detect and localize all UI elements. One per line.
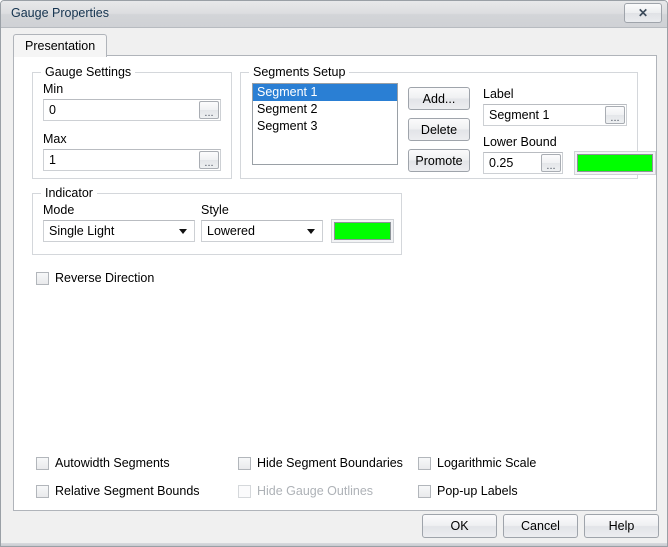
hide-gauge-outlines-checkbox: Hide Gauge Outlines (238, 484, 373, 498)
min-value: 0 (49, 103, 56, 117)
help-label: Help (608, 519, 635, 533)
lower-bound-value: 0.25 (489, 156, 514, 170)
lower-bound-browse-button[interactable]: ... (541, 154, 561, 172)
title-bar: Gauge Properties ✕ (1, 1, 667, 28)
min-label: Min (43, 82, 64, 96)
mode-value: Single Light (49, 224, 115, 238)
list-item[interactable]: Segment 1 (253, 84, 397, 101)
window-title: Gauge Properties (11, 6, 109, 20)
list-item[interactable]: Segment 3 (253, 118, 397, 135)
chevron-down-icon (307, 229, 315, 234)
ok-button[interactable]: OK (422, 514, 497, 538)
add-segment-label: Add... (422, 91, 456, 106)
checkbox-icon (238, 456, 251, 470)
mode-label: Mode (43, 203, 75, 217)
popup-labels-label: Pop-up Labels (437, 484, 518, 498)
segments-setup-title: Segments Setup (249, 65, 350, 79)
relative-segment-bounds-label: Relative Segment Bounds (55, 484, 200, 498)
promote-segment-button[interactable]: Promote (408, 149, 470, 172)
list-item[interactable]: Segment 2 (253, 101, 397, 118)
lower-bound-caption: Lower Bound (483, 135, 557, 149)
segment-label-browse-button[interactable]: ... (605, 106, 625, 124)
promote-segment-label: Promote (415, 153, 463, 168)
min-input[interactable]: 0 (43, 99, 221, 121)
segment-label-caption: Label (483, 87, 514, 101)
indicator-color-swatch[interactable] (331, 219, 394, 243)
max-label: Max (43, 132, 67, 146)
max-input[interactable]: 1 (43, 149, 221, 171)
style-value: Lowered (207, 224, 255, 238)
segments-setup-group: Segments Setup Segment 1 Segment 2 Segme… (240, 65, 656, 179)
add-segment-button[interactable]: Add... (408, 87, 470, 110)
mode-dropdown[interactable]: Single Light (43, 220, 195, 242)
segment-color-swatch[interactable] (574, 151, 656, 175)
reverse-direction-checkbox[interactable]: Reverse Direction (36, 271, 154, 285)
close-icon: ✕ (637, 6, 649, 20)
indicator-group: Indicator Mode Single Light Style Lowere… (32, 186, 402, 255)
delete-segment-label: Delete (420, 122, 458, 137)
segments-listbox[interactable]: Segment 1 Segment 2 Segment 3 (252, 83, 398, 165)
hide-gauge-outlines-label: Hide Gauge Outlines (257, 484, 374, 498)
max-browse-button[interactable]: ... (199, 151, 219, 169)
cancel-label: Cancel (521, 519, 560, 533)
checkbox-icon (238, 484, 251, 498)
ellipsis-icon: ... (546, 160, 556, 172)
indicator-color-fill (334, 222, 391, 240)
close-button[interactable]: ✕ (624, 3, 662, 23)
relative-segment-bounds-checkbox[interactable]: Relative Segment Bounds (36, 484, 200, 498)
ellipsis-icon: ... (610, 112, 620, 124)
style-label: Style (201, 203, 229, 217)
checkbox-icon (36, 484, 49, 498)
min-browse-button[interactable]: ... (199, 101, 219, 119)
style-dropdown[interactable]: Lowered (201, 220, 323, 242)
ok-label: OK (450, 519, 469, 533)
checkbox-icon (36, 456, 49, 470)
ellipsis-icon: ... (204, 107, 214, 119)
gauge-properties-dialog: Gauge Properties ✕ Presentation Gauge Se… (0, 0, 668, 547)
indicator-title: Indicator (41, 186, 97, 200)
help-button[interactable]: Help (584, 514, 659, 538)
segment-color-fill (577, 154, 653, 172)
tab-presentation[interactable]: Presentation (13, 34, 108, 57)
popup-labels-checkbox[interactable]: Pop-up Labels (418, 484, 518, 498)
ellipsis-icon: ... (204, 157, 214, 169)
autowidth-segments-label: Autowidth Segments (55, 456, 170, 470)
reverse-direction-label: Reverse Direction (55, 271, 155, 285)
chevron-down-icon (179, 229, 187, 234)
segment-label-value: Segment 1 (489, 108, 550, 122)
delete-segment-button[interactable]: Delete (408, 118, 470, 141)
max-value: 1 (49, 153, 56, 167)
autowidth-segments-checkbox[interactable]: Autowidth Segments (36, 456, 170, 470)
cancel-button[interactable]: Cancel (503, 514, 578, 538)
checkbox-icon (418, 456, 431, 470)
gauge-settings-title: Gauge Settings (41, 65, 136, 79)
gauge-settings-group: Gauge Settings Min 0 ... Max 1 ... (32, 65, 232, 179)
bottom-separator (1, 543, 667, 546)
logarithmic-scale-label: Logarithmic Scale (437, 456, 537, 470)
hide-segment-boundaries-checkbox[interactable]: Hide Segment Boundaries (238, 456, 403, 470)
hide-segment-boundaries-label: Hide Segment Boundaries (257, 456, 403, 470)
checkbox-icon (36, 271, 49, 285)
tab-presentation-label: Presentation (25, 39, 96, 53)
presentation-tab-panel: Gauge Settings Min 0 ... Max 1 ... Segme… (13, 55, 657, 511)
checkbox-icon (418, 484, 431, 498)
tab-strip: Presentation (13, 34, 657, 57)
logarithmic-scale-checkbox[interactable]: Logarithmic Scale (418, 456, 536, 470)
